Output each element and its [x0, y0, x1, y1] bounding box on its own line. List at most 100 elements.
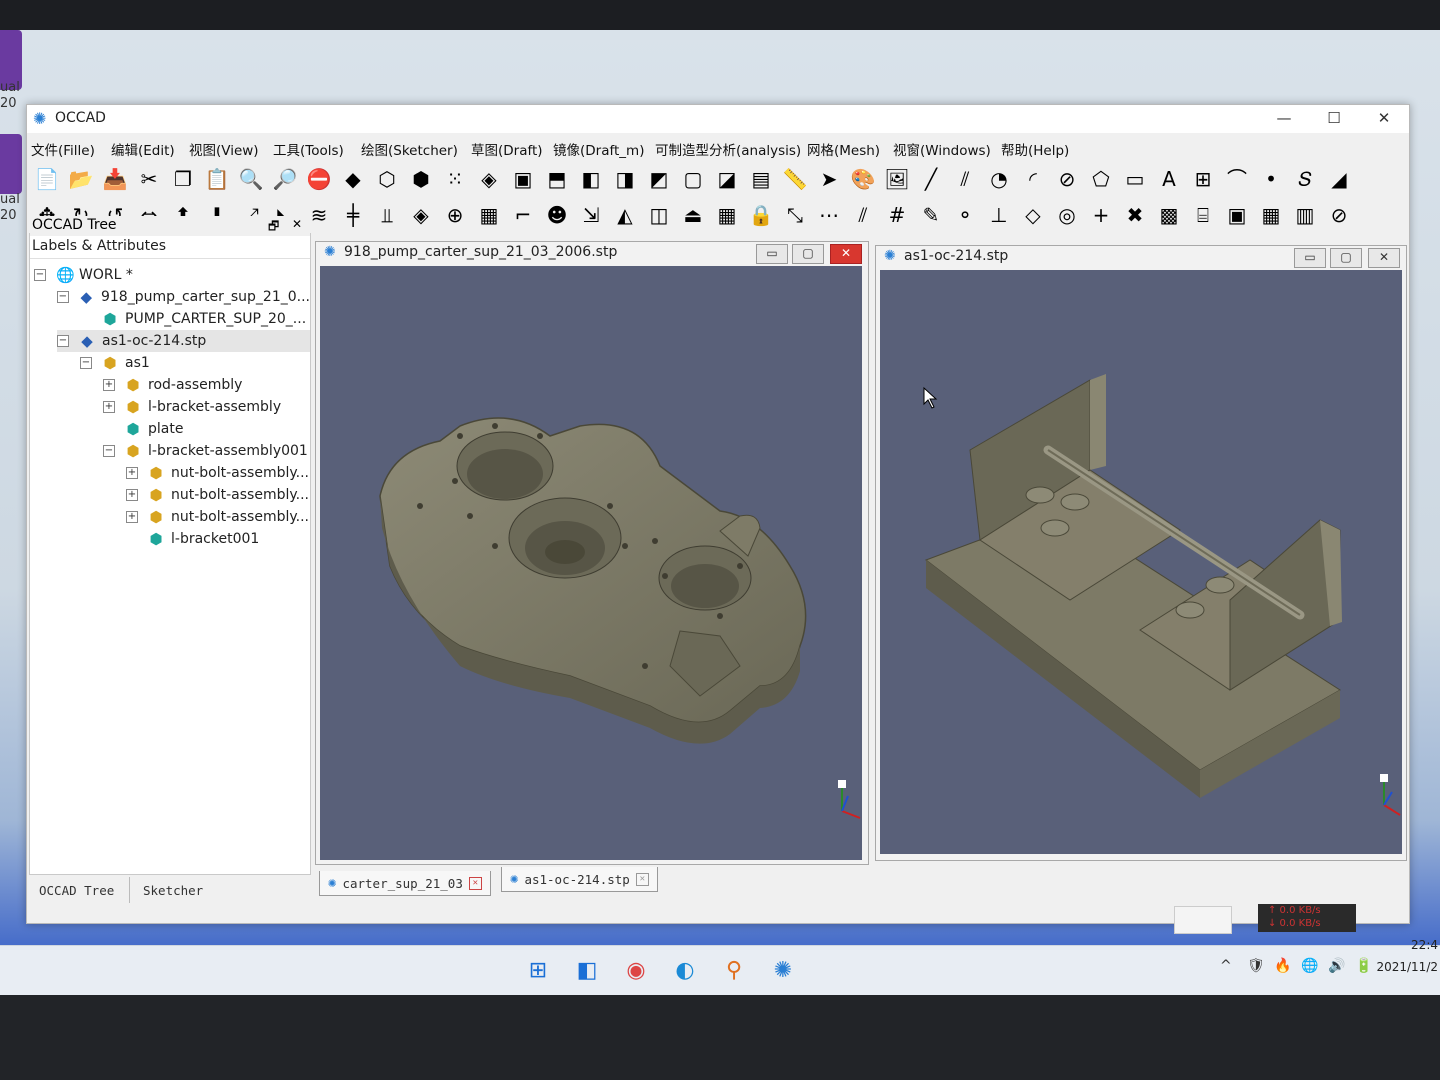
- volume-icon[interactable]: 🔊: [1328, 958, 1345, 974]
- defender-icon[interactable]: 🛡: [1247, 958, 1265, 974]
- edge-icon[interactable]: ◐: [669, 954, 701, 986]
- palette-icon[interactable]: 🎨: [849, 165, 877, 193]
- tree-item[interactable]: + ⬢ l-bracket-assembly: [103, 396, 310, 418]
- lock-icon[interactable]: 🔒: [747, 201, 775, 229]
- viewer-title-bar[interactable]: ✺ as1-oc-214.stp ▭ ▢ ✕: [876, 246, 1406, 268]
- tree-item[interactable]: − ◆ as1-oc-214.stp: [57, 330, 310, 352]
- head-icon[interactable]: ☻: [543, 201, 571, 229]
- viewer-minimize-button[interactable]: ▭: [756, 244, 788, 264]
- expand-icon[interactable]: +: [126, 489, 138, 501]
- view-top-icon[interactable]: ⬒: [543, 165, 571, 193]
- menu-item-8[interactable]: 网格(Mesh): [807, 139, 880, 159]
- collapse-icon[interactable]: −: [57, 335, 69, 347]
- ban-icon[interactable]: ⊘: [1325, 201, 1353, 229]
- extrude-icon[interactable]: ⏏: [679, 201, 707, 229]
- expand-icon[interactable]: +: [126, 511, 138, 523]
- viewer-minimize-button[interactable]: ▭: [1294, 248, 1326, 268]
- 3d-viewport-assembly[interactable]: [880, 270, 1402, 854]
- grid2-icon[interactable]: ▦: [713, 201, 741, 229]
- import-icon[interactable]: ⇲: [577, 201, 605, 229]
- mirror-tri-icon[interactable]: ◭: [611, 201, 639, 229]
- hash-icon[interactable]: #: [883, 201, 911, 229]
- start-icon[interactable]: ⊞: [522, 954, 554, 986]
- viewer-maximize-button[interactable]: ▢: [792, 244, 824, 264]
- dots-icon[interactable]: ⋯: [815, 201, 843, 229]
- menu-item-6[interactable]: 镜像(Draft_m): [553, 139, 644, 159]
- title-bar[interactable]: ✺ OCCAD — ☐ ✕: [27, 105, 1409, 133]
- show-hidden-icons[interactable]: ^: [1220, 958, 1232, 974]
- cube-red-2-icon[interactable]: ▥: [1291, 201, 1319, 229]
- tree-item[interactable]: − ⬢ l-bracket-assembly001: [103, 440, 310, 462]
- menu-item-5[interactable]: 草图(Draft): [471, 139, 543, 159]
- menu-item-1[interactable]: 编辑(Edit): [111, 139, 175, 159]
- zoom-fit-icon[interactable]: 🔍: [237, 165, 265, 193]
- tree-item[interactable]: + ⬢ nut-bolt-assembly...: [126, 462, 310, 484]
- tab-occad-tree[interactable]: OCCAD Tree: [39, 883, 114, 898]
- tray-app-icon[interactable]: 🔥: [1274, 958, 1291, 974]
- wire-cube-2-icon[interactable]: ⬢: [407, 165, 435, 193]
- tree-item[interactable]: ⬢ PUMP_CARTER_SUP_20_...: [80, 308, 310, 330]
- view-rear-icon[interactable]: ◪: [713, 165, 741, 193]
- polyline-icon[interactable]: ⫽: [951, 165, 979, 193]
- document-tab-assembly[interactable]: ✺ as1-oc-214.stp ✕: [501, 867, 658, 892]
- pencil-icon[interactable]: ✎: [917, 201, 945, 229]
- menu-item-0[interactable]: 文件(Fille): [31, 139, 95, 159]
- close-panel-icon[interactable]: ✕: [292, 217, 302, 231]
- tree-item[interactable]: + ⬢ rod-assembly: [103, 374, 310, 396]
- view-right-icon[interactable]: ◧: [577, 165, 605, 193]
- collapse-icon[interactable]: −: [80, 357, 92, 369]
- view-iso-icon[interactable]: ◩: [645, 165, 673, 193]
- view-box-icon[interactable]: ▤: [747, 165, 775, 193]
- tree-item[interactable]: + ⬢ nut-bolt-assembly...: [126, 484, 310, 506]
- viewer-maximize-button[interactable]: ▢: [1330, 248, 1362, 268]
- perpendicular-icon[interactable]: ⊥: [985, 201, 1013, 229]
- minimize-button[interactable]: —: [1269, 109, 1299, 129]
- document-tab-pump[interactable]: ✺ carter_sup_21_03 ✕: [319, 871, 491, 896]
- visual-studio-desktop-icon[interactable]: [0, 134, 22, 194]
- align-bottom-icon[interactable]: ⫫: [373, 201, 401, 229]
- box-3d-icon[interactable]: ▩: [1155, 201, 1183, 229]
- new-file-icon[interactable]: 📄: [33, 165, 61, 193]
- viewer-close-button[interactable]: ✕: [1368, 248, 1400, 268]
- task-view-icon[interactable]: ◧: [571, 954, 603, 986]
- solid-cube-icon[interactable]: ◆: [339, 165, 367, 193]
- tree-item[interactable]: + ⬢ nut-bolt-assembly...: [126, 506, 310, 528]
- close-tab-icon[interactable]: ✕: [635, 872, 649, 886]
- expand-icon[interactable]: +: [103, 379, 115, 391]
- points-icon[interactable]: ⁙: [441, 165, 469, 193]
- plus-icon[interactable]: +: [1087, 201, 1115, 229]
- 3d-viewport-pump[interactable]: [320, 266, 862, 860]
- viewer-close-button[interactable]: ✕: [830, 244, 862, 264]
- screen-icon[interactable]: ▣: [1223, 201, 1251, 229]
- menu-item-10[interactable]: 帮助(Help): [1001, 139, 1069, 159]
- tree-item[interactable]: ⬢ plate: [103, 418, 310, 440]
- image-icon[interactable]: 🖼: [883, 165, 911, 193]
- expand-icon[interactable]: +: [126, 467, 138, 479]
- network-icon[interactable]: 🌐: [1301, 958, 1318, 974]
- cube-red-icon[interactable]: ▦: [1257, 201, 1285, 229]
- cut-icon[interactable]: ✂: [135, 165, 163, 193]
- diamond-icon[interactable]: ◇: [1019, 201, 1047, 229]
- spline-icon[interactable]: 𝑆: [1291, 165, 1319, 193]
- zoom-icon[interactable]: 🔎: [271, 165, 299, 193]
- wire-cube-icon[interactable]: ⬡: [373, 165, 401, 193]
- system-clock[interactable]: 22:4 2021/11/2: [1376, 936, 1438, 976]
- view-left-icon[interactable]: ◨: [611, 165, 639, 193]
- grid-icon[interactable]: ▦: [475, 201, 503, 229]
- bezier-icon[interactable]: ⌒: [1223, 165, 1251, 193]
- rectangle-icon[interactable]: ▭: [1121, 165, 1149, 193]
- close-button[interactable]: ✕: [1369, 109, 1399, 129]
- tree-item[interactable]: − ⬢ as1: [80, 352, 310, 374]
- collapse-icon[interactable]: −: [34, 269, 46, 281]
- layers-icon[interactable]: ◈: [407, 201, 435, 229]
- tree-item[interactable]: ⬢ l-bracket001: [126, 528, 310, 550]
- collapse-icon[interactable]: −: [103, 445, 115, 457]
- step-icon[interactable]: ⌐: [509, 201, 537, 229]
- sphere-grid-icon[interactable]: ⊕: [441, 201, 469, 229]
- no-entry-icon[interactable]: ⛔: [305, 165, 333, 193]
- menu-item-4[interactable]: 绘图(Sketcher): [361, 139, 458, 159]
- cross-icon[interactable]: ✖: [1121, 201, 1149, 229]
- iso-cube-icon[interactable]: ◈: [475, 165, 503, 193]
- arc-icon[interactable]: ◜: [1019, 165, 1047, 193]
- menu-item-9[interactable]: 视窗(Windows): [893, 139, 991, 159]
